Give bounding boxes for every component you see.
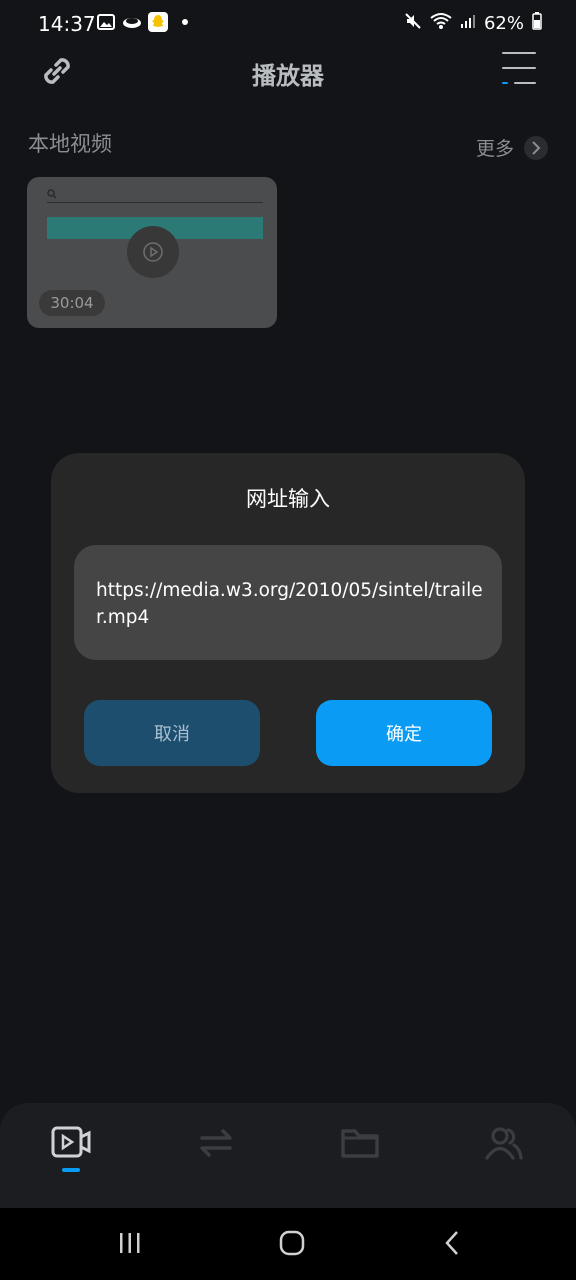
tab-transfer[interactable] [194,1123,238,1167]
battery-icon [532,12,542,35]
status-bar: 14:37 62% [0,0,576,48]
more-link[interactable]: 更多 [476,134,548,161]
thumbnail-preview-search [47,189,57,202]
section-title-local-videos: 本地视频 [28,132,112,156]
system-nav-bar [0,1208,576,1280]
thumbnail-preview-line [47,202,263,203]
tab-video-player[interactable] [49,1123,93,1167]
wifi-icon [430,12,452,35]
back-icon [443,1230,463,1260]
more-label: 更多 [475,138,514,160]
notification-icons [96,12,188,32]
play-icon[interactable] [127,226,179,278]
menu-button[interactable] [502,50,536,86]
system-status-icons: 62% [404,12,542,35]
status-time: 14:37 [38,12,96,36]
home-icon [279,1230,305,1260]
dialog-title: 网址输入 [246,487,330,511]
snapchat-icon [148,12,168,32]
recent-apps-icon [117,1231,143,1259]
cloud-icon [122,12,142,32]
url-input[interactable]: https://media.w3.org/2010/05/sintel/trai… [74,545,502,660]
transfer-icon [196,1126,236,1164]
folder-icon [340,1126,380,1164]
video-thumbnail[interactable]: 30:04 [27,177,277,328]
more-notifications-dot [182,19,188,25]
gallery-icon [96,12,116,32]
battery-percent: 62% [483,13,524,34]
recent-apps-button[interactable] [115,1230,145,1260]
confirm-button[interactable]: 确定 [316,700,492,766]
chevron-right-icon [524,135,548,160]
back-button[interactable] [438,1230,468,1260]
video-duration: 30:04 [39,290,105,316]
home-button[interactable] [277,1230,307,1260]
signal-icon [460,13,476,34]
bottom-nav [0,1103,576,1208]
users-icon [484,1125,524,1165]
url-input-value: https://media.w3.org/2010/05/sintel/trai… [96,580,483,628]
active-tab-indicator [62,1168,80,1172]
page-title: 播放器 [252,62,324,90]
mute-icon [404,12,422,35]
video-player-icon [50,1125,92,1165]
cancel-button[interactable]: 取消 [84,700,260,766]
tab-users[interactable] [482,1123,526,1167]
tab-files[interactable] [338,1123,382,1167]
url-input-dialog: 网址输入 https://media.w3.org/2010/05/sintel… [51,453,525,793]
